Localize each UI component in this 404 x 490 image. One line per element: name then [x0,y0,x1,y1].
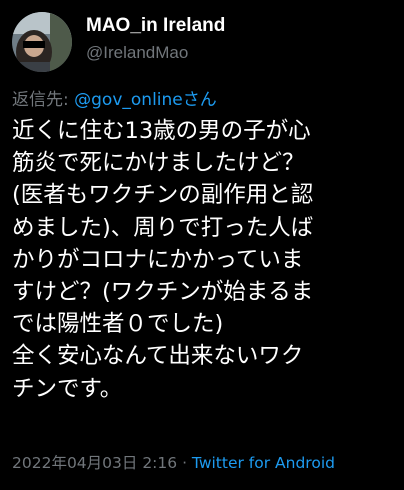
reply-prefix: 返信先: [12,90,75,110]
author-handle[interactable]: @IrelandMao [86,41,225,65]
author-names: MAO_in Ireland @IrelandMao [86,14,225,65]
reply-mention-link[interactable]: @gov_onlineさん [74,90,217,110]
tweet-card: MAO_in Ireland @IrelandMao 返信先: @gov_onl… [0,0,404,490]
tweet-text: 近くに住む13歳の男の子が心 筋炎で死にかけましたけど？ (医者もワクチンの副作… [12,118,314,402]
tweet-timestamp[interactable]: 2022年04月03日 2:16 [12,454,177,472]
avatar[interactable] [12,12,72,72]
author-display-name[interactable]: MAO_in Ireland [86,14,225,38]
reply-to-line: 返信先: @gov_onlineさん [12,88,392,112]
tweet-source-link[interactable]: Twitter for Android [192,454,335,472]
meta-separator: · [177,454,192,472]
tweet-header: MAO_in Ireland @IrelandMao [12,12,392,74]
tweet-meta: 2022年04月03日 2:16 · Twitter for Android [12,452,335,474]
avatar-image [12,12,72,72]
